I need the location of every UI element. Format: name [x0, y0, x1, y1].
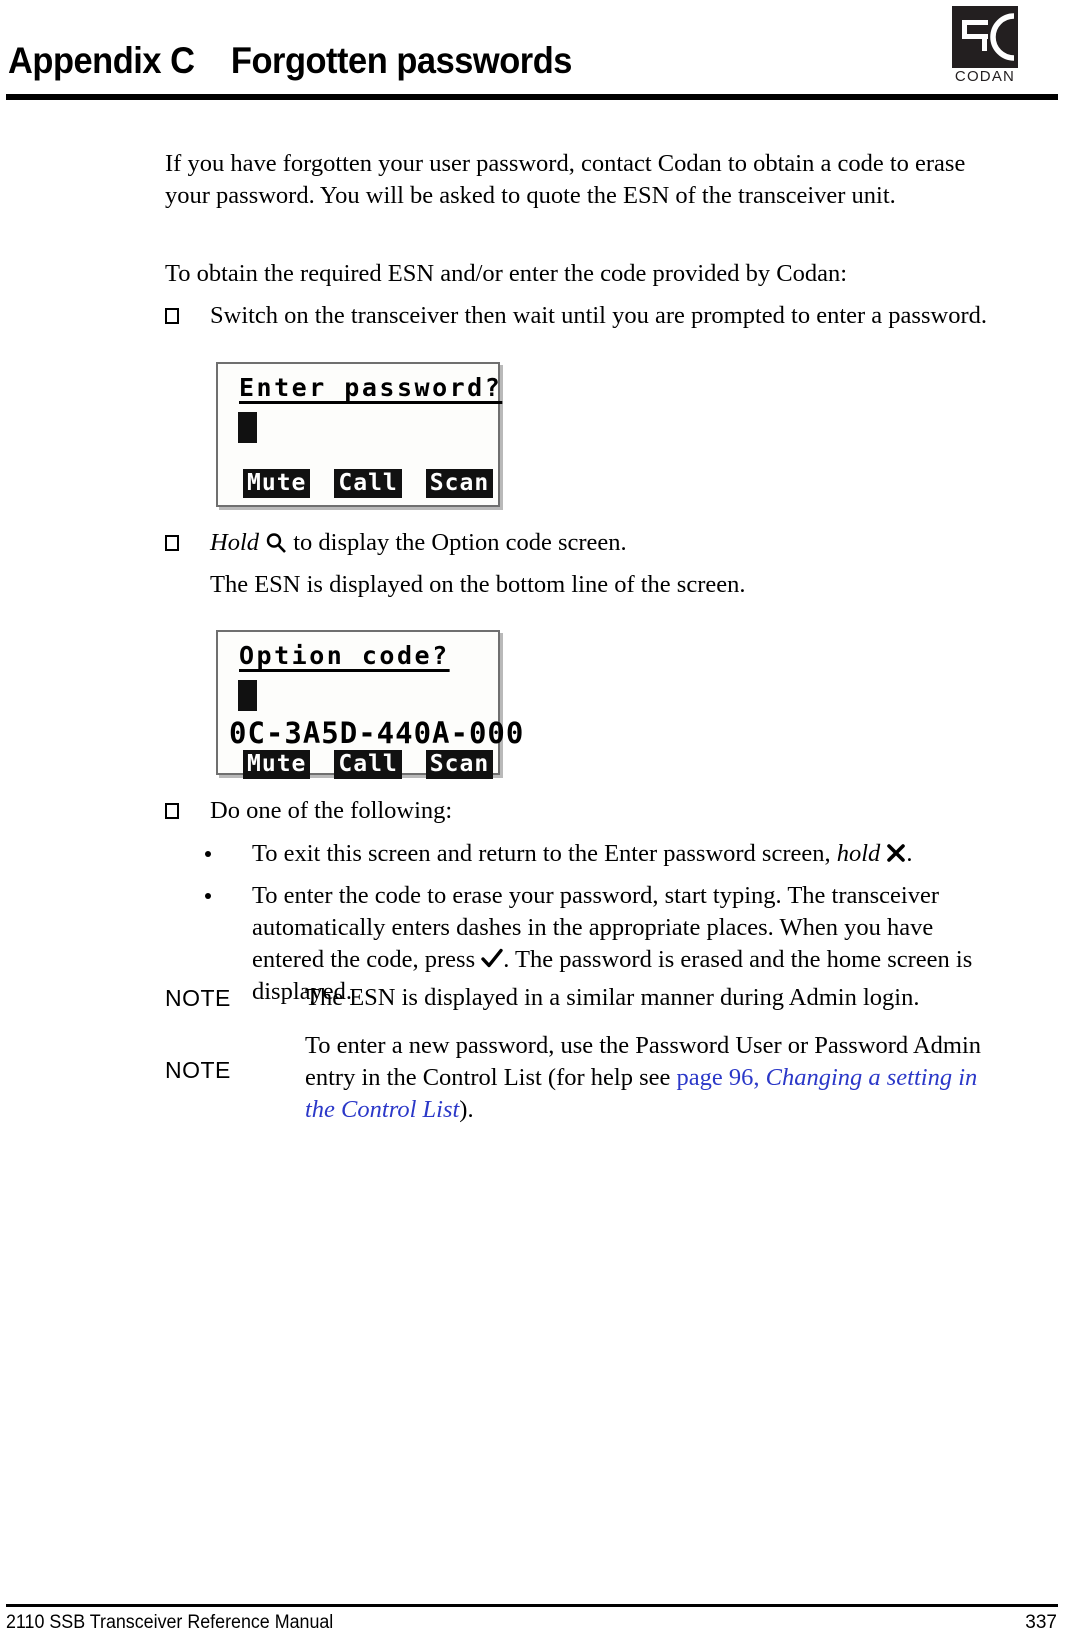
sub-bullet-1: To exit this screen and return to the En… — [205, 838, 1010, 870]
lcd-softkeys-1: Mute Call Scan — [243, 469, 494, 498]
note-2-after: ). — [459, 1096, 474, 1123]
lcd-esn-value: 0C-3A5D-440A-000 — [229, 716, 525, 750]
lcd-softkeys-2: Mute Call Scan — [243, 750, 494, 779]
softkey-gap — [402, 750, 426, 779]
softkey-mute-2: Mute — [243, 750, 311, 779]
step-1-text: Switch on the transceiver then wait unti… — [210, 302, 987, 329]
codan-logo-mark — [952, 6, 1018, 68]
step-item-1: Switch on the transceiver then wait unti… — [165, 300, 1010, 332]
bullet-dot-icon — [205, 893, 211, 899]
step-2-prefix: Hold — [210, 529, 259, 556]
appendix-title: Forgotten passwords — [230, 40, 572, 81]
bullet-1-italic: hold — [836, 840, 881, 867]
step-item-2: Hold to display the Option code screen. — [165, 527, 1010, 559]
softkey-gap — [402, 469, 426, 498]
ec-monogram-icon — [952, 6, 1018, 68]
softkey-mute-1: Mute — [243, 469, 311, 498]
note-2-link-page[interactable]: page 96 — [677, 1064, 754, 1091]
enter-password-screen: Enter password? Mute Call Scan — [216, 362, 500, 507]
step-2-suffix: to display the Option code screen. — [293, 529, 627, 556]
footer-page-number: 337 — [1025, 1612, 1057, 1633]
page-title: Appendix C Forgotten passwords — [8, 40, 572, 82]
lcd-title-1: Enter password? — [239, 373, 503, 402]
lcd-cursor-1 — [238, 412, 257, 443]
codan-wordmark: CODAN — [954, 68, 1016, 85]
softkey-scan-2: Scan — [425, 750, 494, 779]
bullet-1-suffix: . — [906, 840, 913, 867]
lead-paragraph: To obtain the required ESN and/or enter … — [165, 260, 848, 287]
note-text-2: To enter a new password, use the Passwor… — [305, 1030, 1010, 1126]
softkey-call-2: Call — [334, 750, 402, 779]
magnifier-icon — [265, 531, 287, 553]
bullet-dot-icon — [205, 851, 211, 857]
checkbox-icon — [165, 803, 179, 819]
cross-icon — [886, 840, 906, 862]
note-2-link-sep: , — [753, 1064, 766, 1091]
checkbox-icon — [165, 535, 179, 551]
note-label-1: NOTE — [165, 985, 231, 1011]
footer-divider — [6, 1604, 1058, 1607]
step-3-text: Do one of the following: — [210, 797, 453, 824]
softkey-gap — [310, 469, 334, 498]
option-code-screen: Option code? 0C-3A5D-440A-000 Mute Call … — [216, 630, 523, 779]
bullet-1-prefix: To exit this screen and return to the En… — [252, 840, 831, 867]
checkbox-icon — [165, 308, 179, 324]
footer-manual-title: 2110 SSB Transceiver Reference Manual — [6, 1612, 334, 1633]
softkey-gap — [310, 750, 334, 779]
note-label-2: NOTE — [165, 1057, 231, 1083]
lcd-cursor-2 — [238, 680, 257, 711]
step-item-3: Do one of the following: — [165, 795, 1010, 827]
intro-paragraph: If you have forgotten your user password… — [165, 150, 966, 209]
softkey-scan-1: Scan — [425, 469, 494, 498]
codan-logo: CODAN — [952, 6, 1018, 90]
page-header: Appendix C Forgotten passwords CODAN — [0, 0, 1065, 108]
appendix-label: Appendix C — [8, 40, 195, 81]
softkey-call-1: Call — [334, 469, 402, 498]
step-2-note: The ESN is displayed on the bottom line … — [210, 571, 746, 598]
tick-icon — [481, 947, 503, 969]
note-text-1: The ESN is displayed in a similar manner… — [305, 984, 920, 1011]
header-divider — [6, 94, 1058, 100]
lcd-title-2: Option code? — [239, 641, 450, 670]
